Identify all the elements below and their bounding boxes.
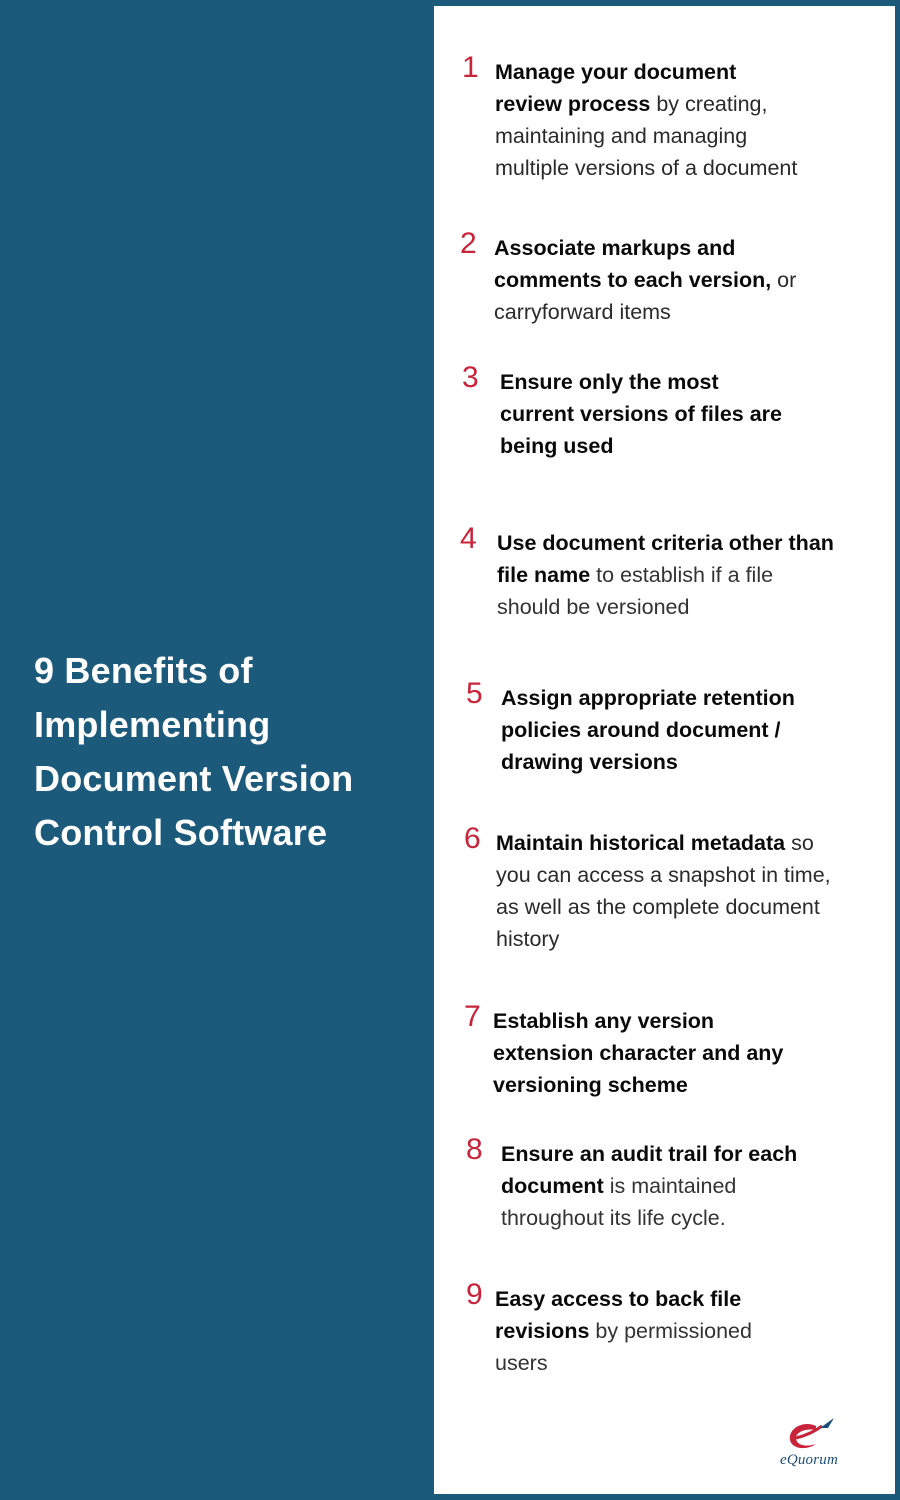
equorum-logo: eQuorum — [764, 1416, 854, 1476]
benefit-text: Ensure only the most current versions of… — [500, 366, 782, 462]
benefit-number: 9 — [466, 1278, 483, 1311]
benefit-text: Assign appropriate retention policies ar… — [501, 682, 846, 778]
benefits-panel: 1 Manage your document review process by… — [434, 6, 895, 1494]
benefit-text: Easy access to back file revisions by pe… — [495, 1283, 796, 1379]
benefit-item-8: 8 Ensure an audit trail for each documen… — [466, 1134, 836, 1234]
benefit-item-9: 9 Easy access to back file revisions by … — [466, 1279, 796, 1379]
benefit-number: 7 — [464, 1000, 481, 1033]
benefit-item-6: 6 Maintain historical metadata so you ca… — [464, 823, 844, 955]
benefit-item-3: 3 Ensure only the most current versions … — [462, 362, 782, 462]
benefit-number: 2 — [460, 227, 477, 260]
benefit-number: 8 — [466, 1133, 483, 1166]
benefit-item-5: 5 Assign appropriate retention policies … — [466, 678, 846, 778]
page-title: 9 Benefits of Implementing Document Vers… — [34, 650, 354, 853]
benefit-text: Ensure an audit trail for each document … — [501, 1138, 836, 1234]
benefit-text: Use document criteria other than file na… — [497, 527, 840, 623]
benefit-number: 1 — [462, 51, 479, 84]
benefit-text: Associate markups and comments to each v… — [494, 232, 810, 328]
benefit-text: Establish any version extension characte… — [493, 1005, 794, 1101]
benefit-bold: Maintain historical metadata — [496, 831, 786, 855]
benefit-item-7: 7 Establish any version extension charac… — [464, 1001, 794, 1101]
benefit-item-1: 1 Manage your document review process by… — [462, 52, 802, 184]
benefit-text: Manage your document review process by c… — [495, 56, 802, 184]
benefit-bold: Ensure only the most current versions of… — [500, 370, 782, 458]
benefit-bold: Establish any version extension characte… — [493, 1009, 784, 1097]
benefit-item-2: 2 Associate markups and comments to each… — [460, 228, 810, 328]
benefit-number: 5 — [466, 677, 483, 710]
logo-text: eQuorum — [779, 1452, 839, 1468]
benefit-bold: Assign appropriate retention policies ar… — [501, 686, 795, 774]
benefit-bold: Associate markups and comments to each v… — [494, 236, 772, 292]
benefit-item-4: 4 Use document criteria other than file … — [460, 523, 840, 623]
benefit-text: Maintain historical metadata so you can … — [496, 827, 844, 955]
equorum-e-quill-icon — [789, 1418, 834, 1449]
benefit-number: 4 — [460, 522, 477, 555]
benefit-number: 6 — [464, 822, 481, 855]
benefit-number: 3 — [462, 361, 479, 394]
